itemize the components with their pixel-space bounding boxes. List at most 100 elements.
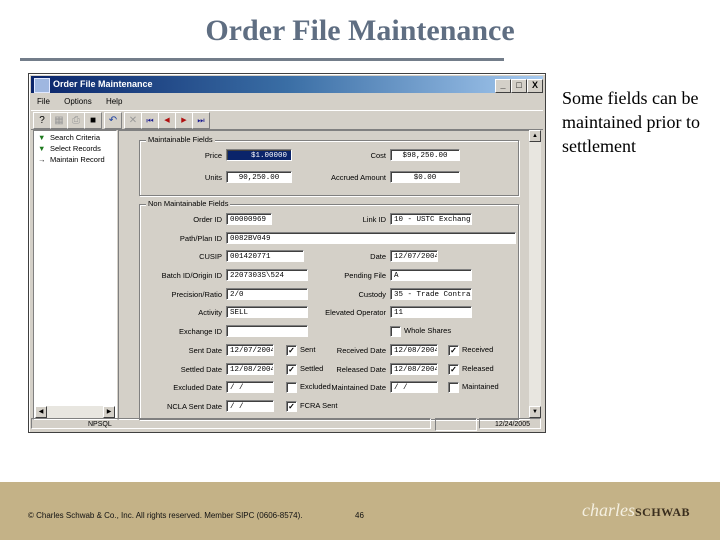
record-form: Maintainable Fields Price $1.00000 Units… xyxy=(118,130,530,420)
fcra-sent-checkbox[interactable]: ✓ xyxy=(286,401,297,412)
form-vertical-scrollbar[interactable]: ▲ ▼ xyxy=(529,130,541,418)
released-label: Released xyxy=(462,364,494,373)
exchange-id-label: Exchange ID xyxy=(179,327,222,336)
price-input[interactable]: $1.00000 xyxy=(226,149,292,161)
slide-title: Order File Maintenance xyxy=(205,14,515,47)
scroll-right-button[interactable]: ▶ xyxy=(103,406,115,418)
status-bar: NPSQL 12/24/2005 xyxy=(31,418,543,431)
excluded-checkbox[interactable] xyxy=(286,382,297,393)
app-icon xyxy=(34,78,50,93)
scroll-down-button[interactable]: ▼ xyxy=(529,406,541,418)
tree-horizontal-scrollbar[interactable]: ◀ ▶ xyxy=(35,406,115,418)
units-input[interactable]: 90,250.00 xyxy=(226,171,292,183)
maintained-date-field[interactable]: / / xyxy=(390,381,438,393)
minimize-button[interactable]: _ xyxy=(495,79,511,93)
fcra-sent-label: FCRA Sent xyxy=(300,401,338,410)
maintainable-fields-label: Maintainable Fields xyxy=(146,135,215,144)
scroll-left-button[interactable]: ◀ xyxy=(35,406,47,418)
link-id-field[interactable]: 10 - USTC Exchange xyxy=(390,213,472,225)
cusip-label: CUSIP xyxy=(199,252,222,261)
save-tool-icon[interactable]: ■ xyxy=(84,112,102,129)
sent-label: Sent xyxy=(300,345,316,354)
pending-file-field[interactable]: A xyxy=(390,269,472,281)
ncla-sent-date-field[interactable]: / / xyxy=(226,400,274,412)
elevated-operator-label: Elevated Operator xyxy=(325,308,386,317)
window-title: Order File Maintenance xyxy=(53,79,153,89)
cost-input[interactable]: $98,250.00 xyxy=(390,149,460,161)
accrued-amount-input[interactable]: $0.00 xyxy=(390,171,460,183)
tree-item-maintain-record[interactable]: → Maintain Record xyxy=(38,155,105,164)
excluded-label: Excluded xyxy=(300,382,331,391)
excluded-date-label: Excluded Date xyxy=(173,383,222,392)
date-label: Date xyxy=(370,252,386,261)
schwab-logo: charlesSCHWAB xyxy=(582,500,690,521)
help-tool-icon[interactable]: ? xyxy=(33,112,51,129)
find-tool-icon[interactable]: ▦ xyxy=(50,112,68,129)
side-note: Some fields can be maintained prior to s… xyxy=(562,88,700,156)
prev-record-icon[interactable]: ◀ xyxy=(158,112,176,129)
path-plan-id-label: Path/Plan ID xyxy=(179,234,222,243)
next-record-icon[interactable]: ▶ xyxy=(175,112,193,129)
close-button[interactable]: X xyxy=(527,79,543,93)
window-titlebar[interactable]: Order File Maintenance _ □ X xyxy=(31,76,543,93)
batch-origin-id-label: Batch ID/Origin ID xyxy=(161,271,222,280)
maintained-checkbox[interactable] xyxy=(448,382,459,393)
app-window: Order File Maintenance _ □ X File Option… xyxy=(28,73,546,433)
received-date-field[interactable]: 12/08/2004 xyxy=(390,344,438,356)
print-tool-icon[interactable]: ⎙ xyxy=(67,112,85,129)
settled-checkbox[interactable]: ✓ xyxy=(286,364,297,375)
scroll-up-button[interactable]: ▲ xyxy=(529,130,541,142)
cusip-field[interactable]: 001420771 xyxy=(226,250,304,262)
settled-date-label: Settled Date xyxy=(180,365,222,374)
batch-origin-id-field[interactable]: 2207303S\524 xyxy=(226,269,308,281)
units-label: Units xyxy=(204,173,222,182)
tree-item-select-records[interactable]: ▼ Select Records xyxy=(38,144,101,153)
released-date-field[interactable]: 12/08/2004 xyxy=(390,363,438,375)
first-record-icon[interactable]: ⏮ xyxy=(141,112,159,129)
delete-tool-icon[interactable]: ✕ xyxy=(124,112,142,129)
sent-date-field[interactable]: 12/07/2004 xyxy=(226,344,274,356)
date-field[interactable]: 12/07/2004 xyxy=(390,250,438,262)
cost-label: Cost xyxy=(370,151,386,160)
sent-date-label: Sent Date xyxy=(188,346,222,355)
settled-label: Settled xyxy=(300,364,324,373)
exchange-id-field[interactable] xyxy=(226,325,308,337)
settled-date-field[interactable]: 12/08/2004 xyxy=(226,363,274,375)
link-id-label: Link ID xyxy=(362,215,386,224)
activity-label: Activity xyxy=(198,308,222,317)
received-checkbox[interactable]: ✓ xyxy=(448,345,459,356)
menu-bar: File Options Help xyxy=(31,95,543,109)
price-label: Price xyxy=(204,151,222,160)
menu-file[interactable]: File xyxy=(37,95,50,109)
order-id-field[interactable]: 00000969 xyxy=(226,213,272,225)
released-date-label: Released Date xyxy=(336,365,386,374)
whole-shares-checkbox[interactable] xyxy=(390,326,401,337)
checkmark-icon: ▼ xyxy=(38,133,46,142)
released-checkbox[interactable]: ✓ xyxy=(448,364,459,375)
arrow-right-icon: → xyxy=(38,155,46,164)
whole-shares-label: Whole Shares xyxy=(404,326,452,335)
menu-help[interactable]: Help xyxy=(106,95,122,109)
order-id-label: Order ID xyxy=(193,215,222,224)
elevated-operator-field[interactable]: 11 xyxy=(390,306,472,318)
last-record-icon[interactable]: ⏭ xyxy=(192,112,210,129)
custody-field[interactable]: 35 - Trade Contract xyxy=(390,288,472,300)
tree-item-search-criteria[interactable]: ▼ Search Criteria xyxy=(38,133,100,142)
status-date: 12/24/2005 xyxy=(479,418,541,429)
activity-field[interactable]: SELL xyxy=(226,306,308,318)
undo-tool-icon[interactable]: ↶ xyxy=(104,112,122,129)
page-number: 46 xyxy=(355,511,364,520)
menu-options[interactable]: Options xyxy=(64,95,92,109)
received-date-label: Received Date xyxy=(336,346,386,355)
status-database: NPSQL xyxy=(31,418,431,429)
excluded-date-field[interactable]: / / xyxy=(226,381,274,393)
maximize-button[interactable]: □ xyxy=(511,79,527,93)
non-maintainable-fields-label: Non Maintainable Fields xyxy=(146,199,231,208)
pending-file-label: Pending File xyxy=(344,271,386,280)
sent-checkbox[interactable]: ✓ xyxy=(286,345,297,356)
accrued-amount-label: Accrued Amount xyxy=(330,173,386,182)
path-plan-id-field[interactable]: 0082BV049 xyxy=(226,232,516,244)
title-rule xyxy=(20,58,504,61)
status-empty-pane xyxy=(435,418,477,431)
precision-ratio-field[interactable]: 2/0 xyxy=(226,288,308,300)
